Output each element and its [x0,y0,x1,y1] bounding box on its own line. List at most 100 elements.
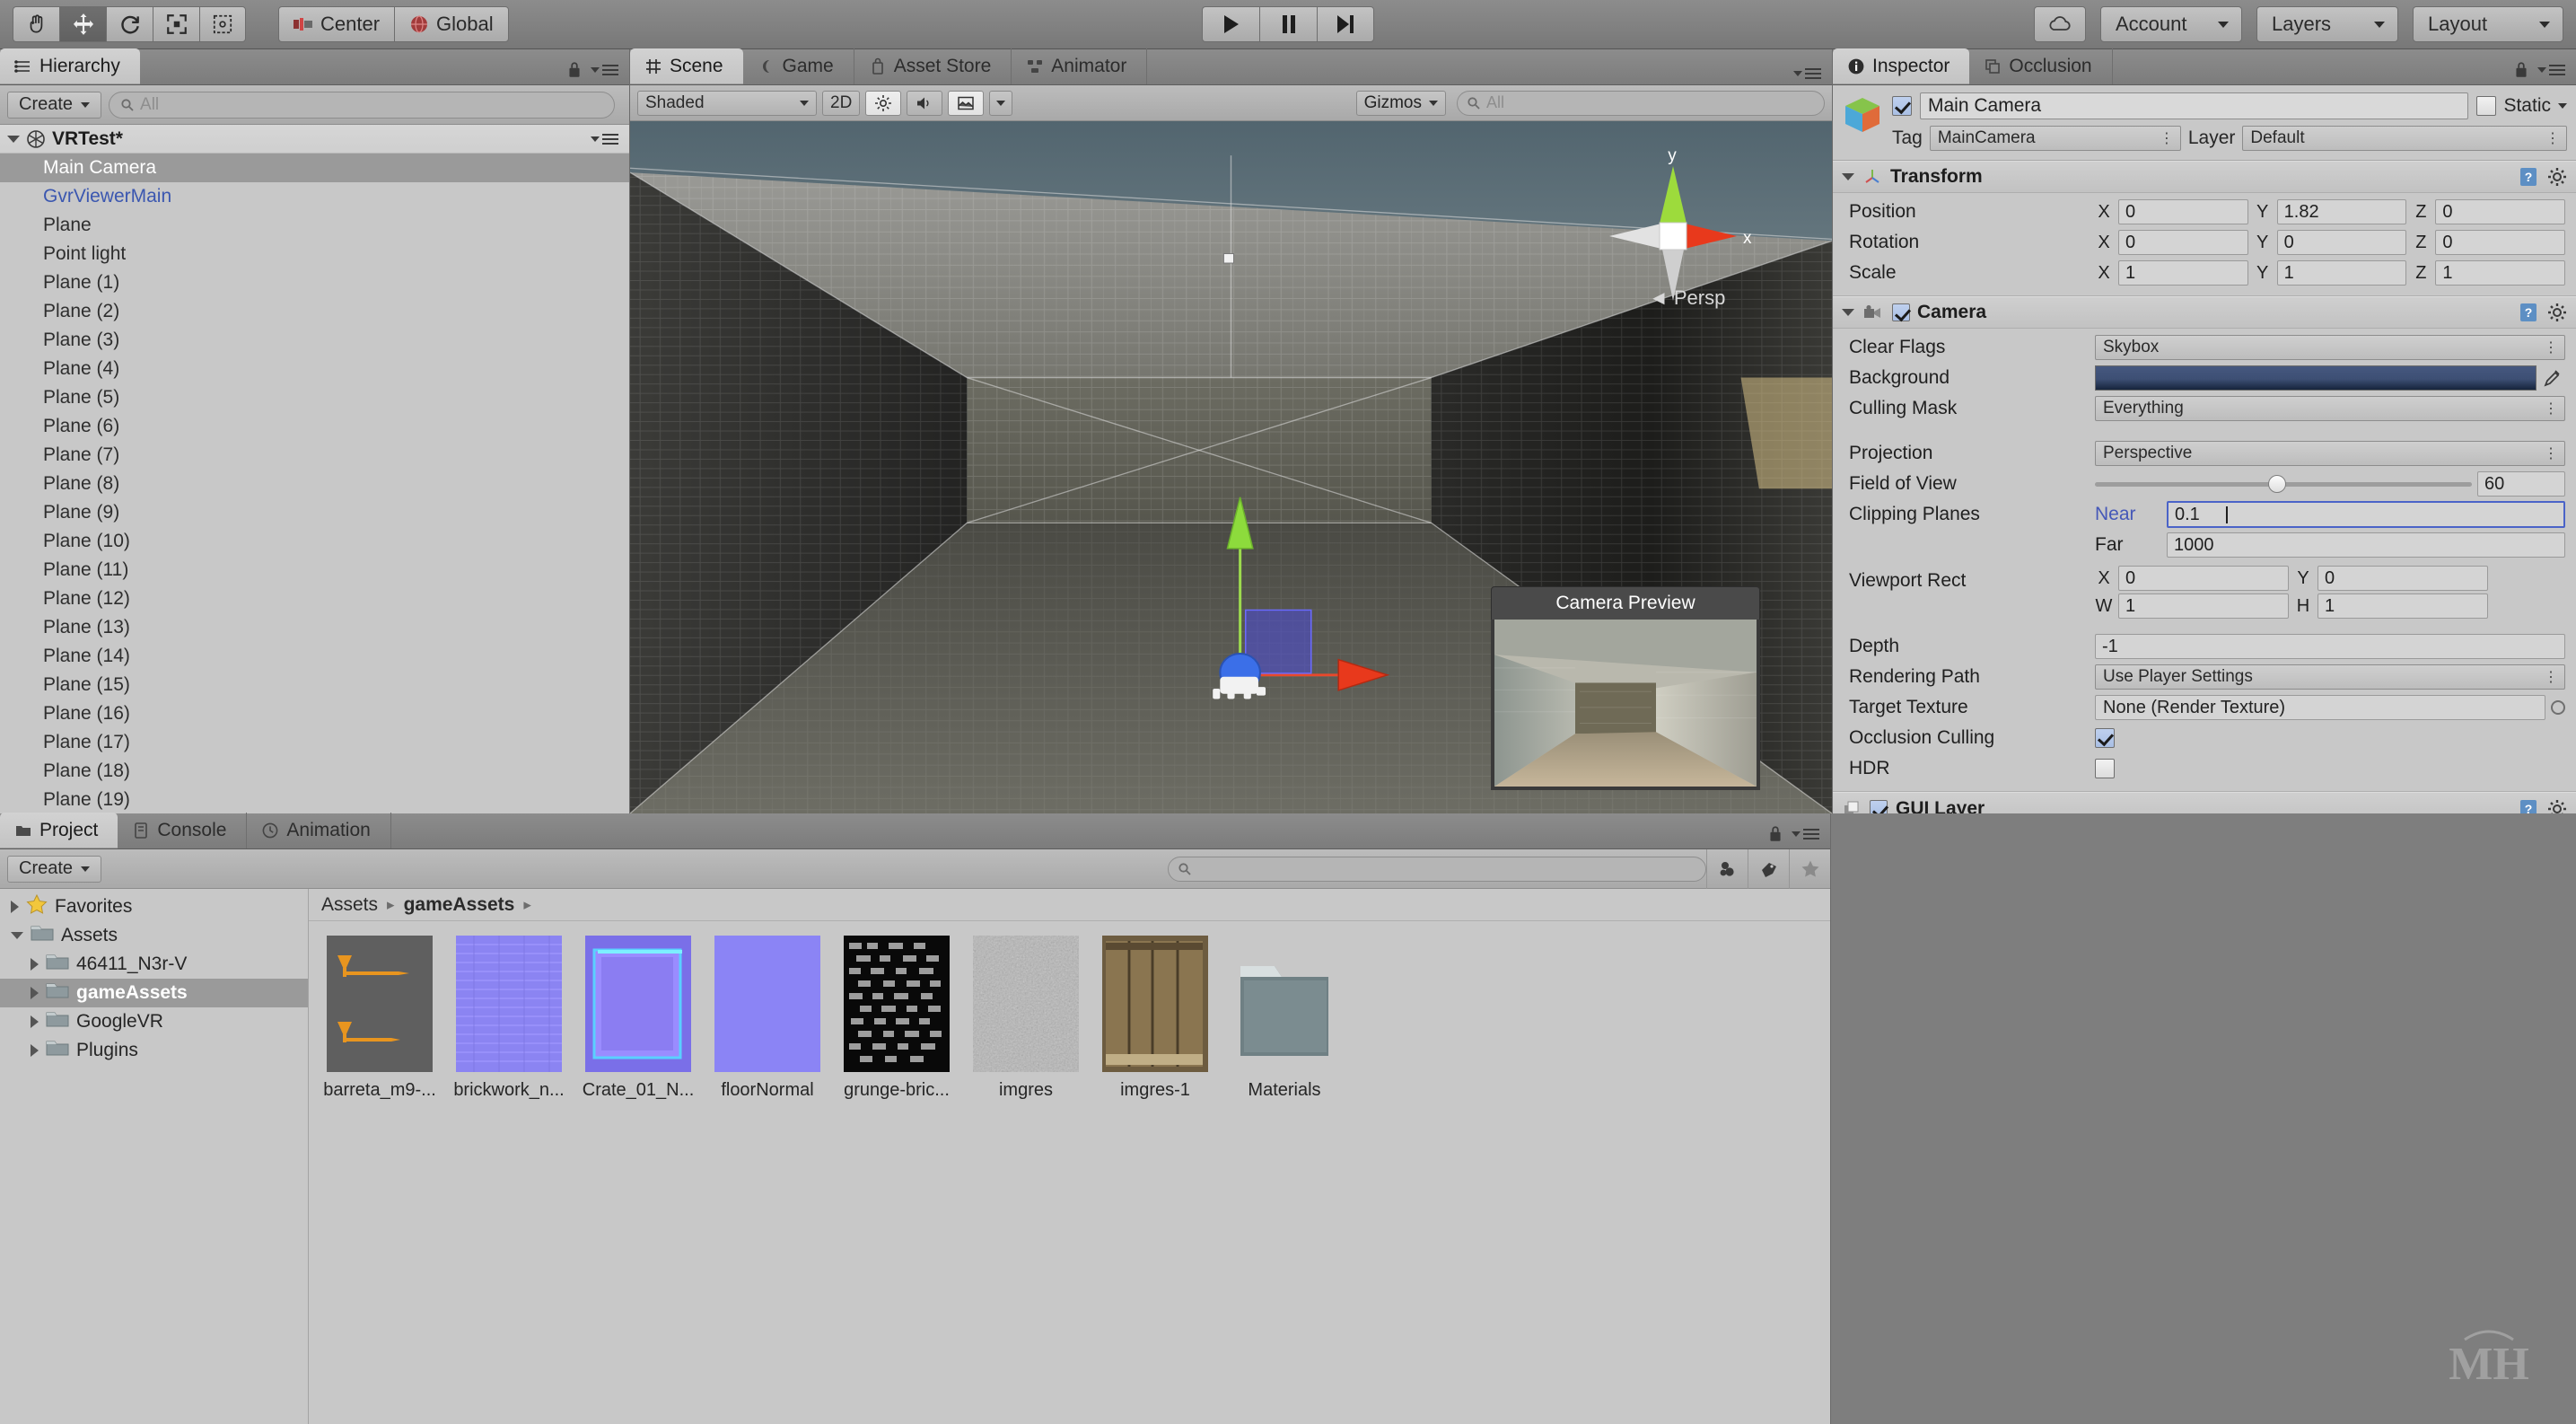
inspector-options-menu[interactable] [2537,65,2565,75]
hierarchy-create-button[interactable]: Create [7,92,101,119]
gear-icon[interactable] [2547,799,2567,813]
draw-mode-dropdown[interactable]: Shaded [637,91,817,116]
project-tree-item[interactable]: GoogleVR [0,1007,308,1036]
viewport-w-input[interactable]: 1 [2118,593,2289,619]
filter-by-type-button[interactable] [1706,849,1748,889]
scene-effects-dropdown[interactable] [989,91,1012,116]
layout-dropdown[interactable]: Layout [2413,6,2563,42]
hierarchy-item[interactable]: Plane (7) [0,441,629,470]
tab-console[interactable]: Console [118,813,247,848]
depth-input[interactable]: -1 [2095,634,2565,659]
rotation-x-input[interactable]: 0 [2118,230,2248,255]
projection-dropdown[interactable]: Perspective ⋮ [2095,441,2565,466]
hierarchy-item[interactable]: Plane (10) [0,527,629,556]
hierarchy-item[interactable]: Plane (15) [0,671,629,699]
tab-game[interactable]: Game [743,48,854,84]
asset-item[interactable]: imgres [971,936,1081,1101]
breadcrumb-item[interactable]: gameAssets [404,894,515,916]
hierarchy-list[interactable]: VRTest* Main CameraGvrViewerMainPlanePoi… [0,125,629,813]
add-to-favorites-button[interactable] [1789,849,1830,889]
hierarchy-item[interactable]: Plane (17) [0,728,629,757]
static-checkbox[interactable] [2476,96,2496,116]
chevron-down-icon[interactable] [1842,309,1854,316]
rotation-y-input[interactable]: 0 [2277,230,2407,255]
chevron-down-icon[interactable] [11,932,23,939]
tab-animator[interactable]: Animator [1012,48,1147,84]
scene-search-input[interactable]: All [1457,91,1825,116]
rotate-tool-button[interactable] [106,6,153,42]
move-tool-button[interactable] [59,6,106,42]
component-header[interactable]: GUI Layer? [1833,792,2576,813]
layers-dropdown[interactable]: Layers [2256,6,2398,42]
filter-by-label-button[interactable] [1748,849,1789,889]
hierarchy-item[interactable]: Plane (8) [0,470,629,498]
scale-y-input[interactable]: 1 [2277,260,2407,286]
chevron-right-icon[interactable] [31,1044,39,1057]
camera-enabled-checkbox[interactable] [1892,303,1910,321]
scene-2d-toggle[interactable]: 2D [822,91,860,116]
hierarchy-scene-row[interactable]: VRTest* [0,125,629,154]
target-texture-field[interactable]: None (Render Texture) [2095,695,2545,720]
asset-grid[interactable]: barreta_m9-...brickwork_n...Crate_01_N..… [309,921,1830,1424]
static-toggle-group[interactable]: Static [2476,95,2567,117]
object-enabled-checkbox[interactable] [1892,96,1912,116]
lock-icon[interactable] [2514,61,2528,79]
scene-options-menu[interactable] [591,134,618,145]
rect-tool-button[interactable] [199,6,246,42]
tab-hierarchy[interactable]: Hierarchy [0,48,140,84]
project-tree-item[interactable]: Assets [0,921,308,950]
hierarchy-item[interactable]: Plane (4) [0,355,629,383]
fov-slider[interactable] [2095,471,2472,497]
scene-viewport[interactable]: y x ◄ Persp Camera Preview [630,121,1832,813]
tag-dropdown[interactable]: MainCamera ⋮ [1930,126,2181,151]
project-create-button[interactable]: Create [7,856,101,883]
hierarchy-item[interactable]: Plane (5) [0,383,629,412]
scene-audio-toggle[interactable] [907,91,942,116]
hierarchy-item[interactable]: Plane (3) [0,326,629,355]
rotation-z-input[interactable]: 0 [2435,230,2565,255]
tab-animation[interactable]: Animation [247,813,390,848]
object-picker-icon[interactable] [2551,700,2565,715]
scene-effects-toggle[interactable] [948,91,984,116]
transform-header[interactable]: Transform ? [1833,161,2576,193]
chevron-down-icon[interactable] [2558,103,2567,109]
position-x-input[interactable]: 0 [2118,199,2248,224]
scene-options-menu-button[interactable] [1793,68,1821,79]
play-button[interactable] [1202,6,1259,42]
hierarchy-options-menu[interactable] [591,65,618,75]
background-color-field[interactable] [2095,365,2537,391]
hierarchy-item[interactable]: Plane (2) [0,297,629,326]
viewport-y-input[interactable]: 0 [2318,566,2488,591]
hierarchy-item[interactable]: Plane (6) [0,412,629,441]
gear-icon[interactable] [2547,303,2567,322]
hierarchy-item[interactable]: Plane (13) [0,613,629,642]
scene-lighting-toggle[interactable] [865,91,901,116]
hierarchy-item[interactable]: Plane (9) [0,498,629,527]
hdr-checkbox[interactable] [2095,759,2115,778]
gizmos-dropdown[interactable]: Gizmos [1356,91,1446,116]
hierarchy-item[interactable]: Plane [0,211,629,240]
hierarchy-item[interactable]: Plane (18) [0,757,629,786]
chevron-right-icon[interactable] [31,987,39,999]
hierarchy-item[interactable]: Plane (11) [0,556,629,585]
object-name-input[interactable]: Main Camera [1920,92,2468,119]
asset-item[interactable]: Crate_01_N... [583,936,693,1101]
tab-occlusion[interactable]: Occlusion [1969,48,2112,84]
culling-mask-dropdown[interactable]: Everything ⋮ [2095,396,2565,421]
tab-asset-store[interactable]: Asset Store [854,48,1012,84]
hand-tool-button[interactable] [13,6,59,42]
project-tree-item[interactable]: gameAssets [0,979,308,1007]
hierarchy-item[interactable]: Plane (14) [0,642,629,671]
position-y-input[interactable]: 1.82 [2277,199,2407,224]
hierarchy-item[interactable]: Main Camera [0,154,629,182]
gear-icon[interactable] [2547,167,2567,187]
hierarchy-item[interactable]: Plane (19) [0,786,629,813]
help-icon[interactable]: ? [2519,302,2538,323]
project-tree-item[interactable]: Plugins [0,1036,308,1065]
scale-tool-button[interactable] [153,6,199,42]
clear-flags-dropdown[interactable]: Skybox ⋮ [2095,335,2565,360]
fov-input[interactable]: 60 [2477,471,2565,497]
breadcrumb-item[interactable]: Assets [321,894,378,916]
collab-cloud-button[interactable] [2034,6,2086,42]
project-tree-item[interactable]: Favorites [0,892,308,921]
